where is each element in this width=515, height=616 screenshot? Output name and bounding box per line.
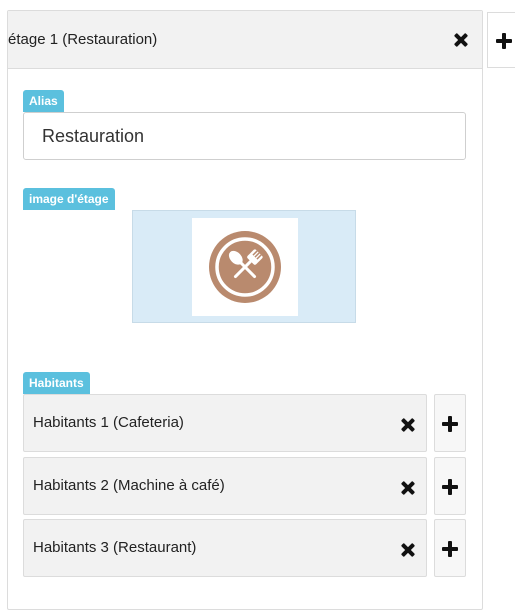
floor-panel: étage 1 (Restauration) Alias image d'éta…: [7, 10, 483, 610]
remove-habitant-button[interactable]: [400, 480, 416, 496]
floor-panel-header: étage 1 (Restauration): [8, 11, 482, 69]
floor-title: étage 1 (Restauration): [8, 31, 158, 48]
add-habitant-button[interactable]: [434, 457, 466, 515]
remove-habitant-button[interactable]: [400, 417, 416, 433]
remove-habitant-button[interactable]: [400, 542, 416, 558]
add-habitant-button[interactable]: [434, 394, 466, 452]
alias-input[interactable]: [23, 112, 466, 160]
habitant-label: Habitants 2 (Machine à café): [33, 477, 225, 494]
restaurant-icon: [209, 231, 281, 303]
remove-floor-button[interactable]: [453, 32, 469, 48]
habitant-row: Habitants 2 (Machine à café): [23, 457, 427, 515]
add-habitant-button[interactable]: [434, 519, 466, 577]
plus-icon: [496, 33, 512, 49]
floor-image-dropzone[interactable]: [132, 210, 356, 323]
habitant-label: Habitants 1 (Cafeteria): [33, 414, 184, 431]
habitant-row: Habitants 3 (Restaurant): [23, 519, 427, 577]
add-floor-button[interactable]: [487, 12, 515, 68]
plus-icon: [442, 479, 458, 495]
plus-icon: [442, 541, 458, 557]
alias-tag: Alias: [23, 90, 64, 112]
habitant-row: Habitants 1 (Cafeteria): [23, 394, 427, 452]
floor-image-tag: image d'étage: [23, 188, 115, 210]
habitants-tag: Habitants: [23, 372, 90, 394]
habitant-label: Habitants 3 (Restaurant): [33, 539, 197, 556]
plus-icon: [442, 416, 458, 432]
floor-image: [192, 218, 298, 316]
